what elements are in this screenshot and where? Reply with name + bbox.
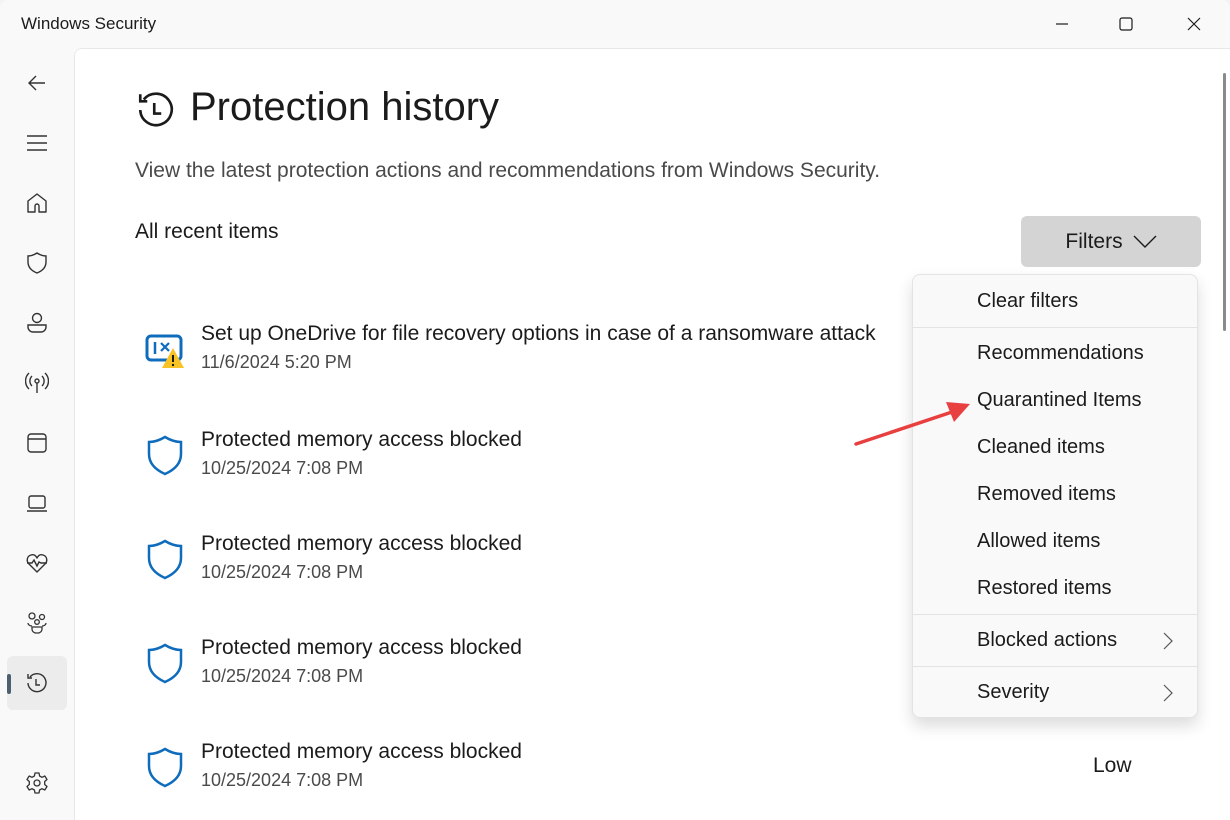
menu-item-severity[interactable]: Severity [913,669,1197,716]
scrollbar[interactable] [1223,73,1226,331]
minimize-icon [1056,23,1068,25]
item-date: 10/25/2024 7:08 PM [201,666,364,686]
menu-item-label: Quarantined Items [977,389,1142,411]
item-title: Protected memory access blocked [201,740,522,763]
minimize-button[interactable] [1038,6,1086,42]
item-date: 10/25/2024 7:08 PM [201,770,364,790]
app-title: Windows Security [21,14,157,33]
shield-icon [27,252,47,274]
item-title: Protected memory access blocked [201,428,522,451]
family-icon [27,612,47,634]
filters-dropdown-menu: Clear filters Recommendations Quarantine… [912,274,1198,718]
menu-item-label: Allowed items [977,530,1101,552]
back-button[interactable] [7,56,67,110]
sidebar-item-device-security[interactable] [7,476,67,530]
heart-pulse-icon [26,554,48,573]
item-date: 10/25/2024 7:08 PM [201,562,364,582]
item-date: 11/6/2024 5:20 PM [201,352,352,372]
annotation-arrow-icon [854,402,970,446]
sidebar-item-virus-protection[interactable] [7,236,67,290]
sidebar-item-device-health[interactable] [7,536,67,590]
history-icon [138,92,174,127]
menu-divider [913,666,1197,667]
menu-item-recommendations[interactable]: Recommendations [913,330,1197,377]
gear-icon [26,772,48,794]
close-button[interactable] [1170,6,1218,42]
menu-item-label: Cleaned items [977,436,1105,458]
menu-item-removed-items[interactable]: Removed items [913,471,1197,518]
filters-button[interactable]: Filters [1021,216,1201,267]
sidebar-item-family-options[interactable] [7,596,67,650]
menu-item-label: Clear filters [977,290,1079,312]
shield-icon [147,643,183,684]
page-title: Protection history [190,85,500,129]
sidebar-item-home[interactable] [7,176,67,230]
sidebar-item-firewall[interactable] [7,356,67,410]
app-window-icon [27,433,47,453]
item-title: Protected memory access blocked [201,532,522,555]
menu-item-blocked-actions[interactable]: Blocked actions [913,617,1197,664]
active-indicator [7,674,11,694]
menu-item-label: Recommendations [977,342,1144,364]
maximize-icon [1119,17,1133,31]
history-item[interactable]: Protected memory access blocked 10/25/20… [135,428,935,498]
sidebar-item-settings[interactable] [7,756,67,810]
menu-item-allowed-items[interactable]: Allowed items [913,518,1197,565]
menu-item-label: Blocked actions [977,629,1118,651]
windows-security-window: Windows Security Protection history View… [0,0,1230,820]
sidebar [0,48,74,820]
title-bar: Windows Security [0,0,1230,48]
shield-icon [147,539,183,580]
home-icon [27,193,47,213]
item-title: Set up OneDrive for file recovery option… [201,322,876,345]
history-item[interactable]: Protected memory access blocked 10/25/20… [135,636,935,706]
menu-item-label: Removed items [977,483,1116,505]
shield-icon [147,435,183,476]
history-item[interactable]: Set up OneDrive for file recovery option… [135,322,935,392]
severity-label: Low [1093,754,1132,777]
person-icon [27,312,47,333]
menu-divider [913,614,1197,615]
chevron-down-icon [1133,235,1157,248]
close-icon [1187,17,1201,31]
section-label: All recent items [135,220,279,243]
menu-item-label: Severity [977,681,1050,703]
history-item[interactable]: Protected memory access blocked 10/25/20… [135,740,935,810]
item-title: Protected memory access blocked [201,636,522,659]
menu-divider [913,327,1197,328]
maximize-button[interactable] [1102,6,1150,42]
sidebar-item-protection-history[interactable] [7,656,67,710]
item-date: 10/25/2024 7:08 PM [201,458,364,478]
menu-item-clear-filters[interactable]: Clear filters [913,278,1197,325]
page-description: View the latest protection actions and r… [135,159,881,182]
hamburger-menu-icon [27,135,47,151]
history-item[interactable]: Protected memory access blocked 10/25/20… [135,532,935,602]
laptop-icon [27,495,47,512]
chevron-right-icon [1163,684,1173,702]
menu-item-restored-items[interactable]: Restored items [913,565,1197,612]
menu-item-label: Restored items [977,577,1112,599]
sidebar-item-account-protection[interactable] [7,296,67,350]
antenna-icon [25,372,49,393]
chevron-right-icon [1163,632,1173,650]
onedrive-warning-icon [145,334,184,368]
filters-label: Filters [1065,229,1123,253]
sidebar-item-app-browser-control[interactable] [7,416,67,470]
back-arrow-icon [28,75,45,91]
menu-button[interactable] [7,116,67,170]
history-icon [27,673,47,693]
shield-icon [147,747,183,788]
